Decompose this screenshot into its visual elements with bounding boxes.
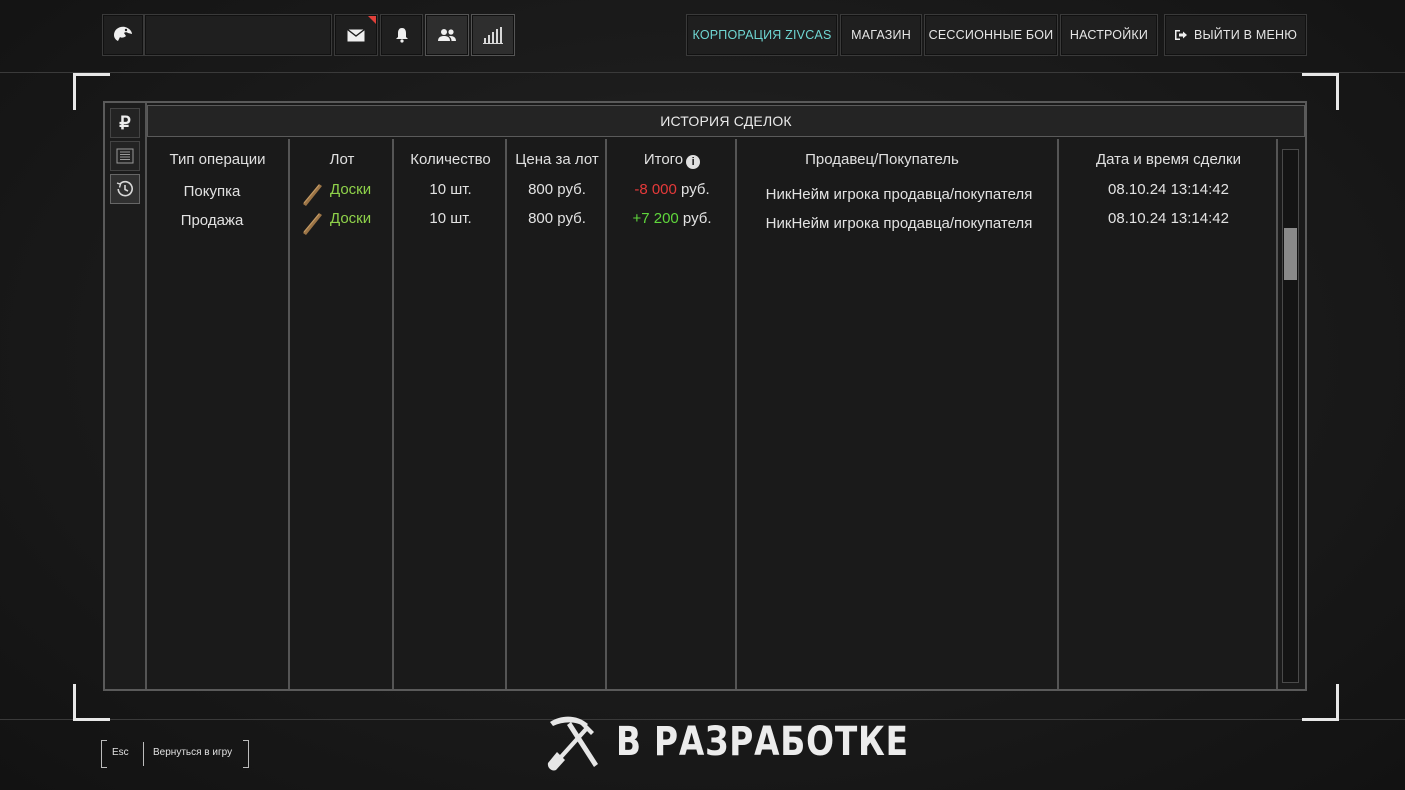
player-name-field[interactable] bbox=[144, 14, 332, 56]
in-development-label: В РАЗРАБОТКЕ bbox=[616, 719, 909, 765]
frame-line-top bbox=[0, 72, 1405, 73]
sidebar-tab-listings[interactable] bbox=[110, 141, 140, 171]
row-total-unit: руб. bbox=[681, 181, 710, 198]
nav-shop[interactable]: МАГАЗИН bbox=[840, 14, 922, 56]
row-party[interactable]: НикНейм игрока продавца/покупателя bbox=[739, 215, 1059, 232]
friends-button[interactable] bbox=[425, 14, 469, 56]
nav-corporation[interactable]: КОРПОРАЦИЯ ZIVCAS bbox=[686, 14, 838, 56]
trade-history-panel: ₽ ИСТОРИЯ СДЕЛОК Тип операции Лот Количе… bbox=[103, 101, 1307, 691]
row-total: -8 000 руб. bbox=[609, 181, 735, 198]
nav-settings-label: НАСТРОЙКИ bbox=[1069, 28, 1149, 42]
scrollbar-track[interactable] bbox=[1282, 149, 1299, 683]
scrollbar-thumb[interactable] bbox=[1284, 228, 1297, 280]
ruble-icon: ₽ bbox=[119, 112, 131, 133]
panel-sidebar: ₽ bbox=[105, 103, 147, 689]
header-date: Дата и время сделки bbox=[1096, 151, 1241, 168]
history-icon bbox=[116, 180, 133, 197]
frame-corner-top-right bbox=[1302, 73, 1339, 110]
row-price: 800 руб. bbox=[528, 210, 586, 227]
header-qty: Количество bbox=[410, 151, 491, 168]
back-to-game-button[interactable]: Esc Вернуться в игру bbox=[101, 740, 249, 768]
exit-to-menu-label: ВЫЙТИ В МЕНЮ bbox=[1193, 28, 1298, 42]
header-lot: Лот bbox=[329, 151, 355, 168]
pickaxe-shovel-icon bbox=[547, 716, 598, 771]
nav-corporation-label: КОРПОРАЦИЯ ZIVCAS bbox=[692, 28, 832, 42]
users-icon bbox=[438, 29, 456, 41]
bell-icon bbox=[395, 28, 408, 43]
nav-settings[interactable]: НАСТРОЙКИ bbox=[1060, 14, 1158, 56]
row-type: Покупка bbox=[183, 183, 241, 200]
header-total: Итого i bbox=[609, 151, 735, 169]
header-price: Цена за лот bbox=[515, 151, 599, 168]
row-total: +7 200 руб. bbox=[609, 210, 735, 227]
back-to-game-label: Вернуться в игру bbox=[153, 747, 233, 758]
notifications-button[interactable] bbox=[380, 14, 423, 56]
row-date: 08.10.24 13:14:42 bbox=[1108, 210, 1229, 227]
plank-item-icon bbox=[303, 184, 322, 206]
exit-to-menu-button[interactable]: ВЫЙТИ В МЕНЮ bbox=[1164, 14, 1307, 56]
bar-chart-icon bbox=[483, 27, 503, 44]
nav-shop-label: МАГАЗИН bbox=[851, 28, 911, 42]
row-price: 800 руб. bbox=[528, 181, 586, 198]
header-type: Тип операции bbox=[169, 151, 266, 168]
row-total-value: -8 000 bbox=[634, 181, 677, 198]
key-divider bbox=[143, 742, 144, 766]
mail-icon bbox=[347, 28, 365, 41]
row-date: 08.10.24 13:14:42 bbox=[1108, 181, 1229, 198]
mail-notification-marker bbox=[368, 16, 376, 24]
plank-item-icon bbox=[303, 213, 322, 235]
exit-icon bbox=[1174, 30, 1187, 40]
row-total-value: +7 200 bbox=[632, 210, 679, 227]
sidebar-tab-history[interactable] bbox=[110, 174, 140, 204]
esc-key-label: Esc bbox=[112, 747, 129, 758]
nav-session-battles[interactable]: СЕССИОННЫЕ БОИ bbox=[924, 14, 1058, 56]
row-total-unit: руб. bbox=[682, 210, 712, 227]
row-lot[interactable]: Доски bbox=[330, 210, 371, 227]
header-total-label: Итого bbox=[643, 151, 684, 168]
nav-session-battles-label: СЕССИОННЫЕ БОИ bbox=[928, 28, 1054, 42]
frame-corner-bottom-right bbox=[1302, 684, 1339, 721]
row-lot[interactable]: Доски bbox=[330, 181, 371, 198]
row-qty: 10 шт. bbox=[429, 181, 472, 198]
row-qty: 10 шт. bbox=[429, 210, 472, 227]
header-party: Продавец/Покупатель bbox=[805, 151, 959, 168]
list-icon bbox=[116, 148, 134, 164]
row-party[interactable]: НикНейм игрока продавца/покупателя bbox=[739, 186, 1059, 203]
sidebar-tab-currency[interactable]: ₽ bbox=[110, 108, 140, 138]
panel-title: ИСТОРИЯ СДЕЛОК bbox=[147, 105, 1305, 137]
in-development-banner: В РАЗРАБОТКЕ bbox=[544, 712, 973, 772]
mail-button[interactable] bbox=[334, 14, 378, 56]
eagle-logo-icon bbox=[114, 26, 132, 41]
stats-button[interactable] bbox=[471, 14, 515, 56]
logo-button[interactable] bbox=[102, 14, 144, 56]
row-type: Продажа bbox=[180, 212, 244, 229]
info-icon[interactable]: i bbox=[686, 155, 701, 169]
